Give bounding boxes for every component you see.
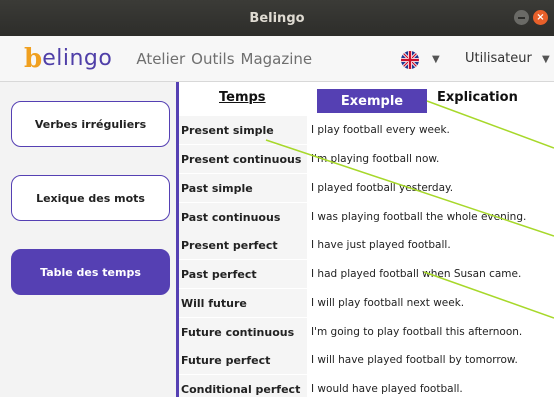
tense-cell: Future continuous [179, 318, 307, 346]
sidebar: Verbes irréguliers Lexique des mots Tabl… [0, 82, 176, 397]
table-row[interactable]: Present continuous I'm playing football … [179, 145, 554, 173]
logo-text: elingo [42, 46, 113, 71]
tab-temps[interactable]: Temps [219, 90, 266, 105]
window-titlebar: Belingo × [0, 0, 554, 36]
table-row[interactable]: Past continuous I was playing football t… [179, 203, 554, 231]
tab-explication[interactable]: Explication [437, 90, 518, 105]
logo-letter: b [24, 43, 43, 74]
sidebar-item-lexique-des-mots[interactable]: Lexique des mots [11, 175, 170, 221]
example-cell: I will play football next week. [311, 297, 465, 309]
main-nav: Atelier Outils Magazine [136, 50, 312, 68]
sidebar-item-table-des-temps[interactable]: Table des temps [11, 249, 170, 295]
example-cell: I will have played football by tomorrow. [311, 354, 518, 366]
sidebar-item-verbes-irreguliers[interactable]: Verbes irréguliers [11, 101, 170, 147]
tense-cell: Past simple [179, 174, 307, 202]
example-cell: I'm going to play football this afternoo… [311, 326, 523, 338]
example-cell: I played football yesterday. [311, 182, 454, 194]
column-tabs: Temps Exemple Explication [179, 82, 554, 116]
tense-cell: Present simple [179, 116, 307, 144]
table-row[interactable]: Present perfect I have just played footb… [179, 231, 554, 259]
nav-outils[interactable]: Outils [191, 50, 234, 68]
table-row[interactable]: Past simple I played football yesterday. [179, 174, 554, 202]
table-row[interactable]: Conditional perfect I would have played … [179, 375, 554, 397]
minimize-icon[interactable] [514, 10, 529, 25]
example-cell: I play football every week. [311, 124, 450, 136]
close-icon[interactable]: × [533, 10, 548, 25]
user-dropdown-icon[interactable]: ▼ [542, 54, 550, 65]
table-row[interactable]: Future continuous I'm going to play foot… [179, 318, 554, 346]
uk-flag-icon[interactable] [401, 51, 419, 69]
tense-cell: Present perfect [179, 231, 307, 259]
main-area: Verbes irréguliers Lexique des mots Tabl… [0, 82, 554, 397]
table-row[interactable]: Past perfect I had played football when … [179, 260, 554, 288]
example-cell: I would have played football. [311, 383, 463, 395]
belingo-logo: b elingo [24, 46, 112, 72]
example-cell: I had played football when Susan came. [311, 268, 522, 280]
table-row[interactable]: Present simple I play football every wee… [179, 116, 554, 144]
tense-cell: Will future [179, 289, 307, 317]
nav-atelier[interactable]: Atelier [136, 50, 185, 68]
tab-exemple[interactable]: Exemple [317, 89, 427, 113]
example-cell: I'm playing football now. [311, 153, 440, 165]
example-cell: I have just played football. [311, 239, 451, 251]
user-menu[interactable]: Utilisateur [465, 51, 532, 66]
table-row[interactable]: Will future I will play football next we… [179, 289, 554, 317]
table-row[interactable]: Future perfect I will have played footba… [179, 346, 554, 374]
tense-cell: Past continuous [179, 203, 307, 231]
tense-cell: Conditional perfect [179, 375, 307, 397]
nav-magazine[interactable]: Magazine [241, 50, 313, 68]
tense-cell: Present continuous [179, 145, 307, 173]
language-dropdown-icon[interactable]: ▼ [432, 54, 440, 65]
tense-cell: Future perfect [179, 346, 307, 374]
tense-cell: Past perfect [179, 260, 307, 288]
window-title: Belingo [249, 10, 305, 26]
example-cell: I was playing football the whole evening… [311, 211, 527, 223]
